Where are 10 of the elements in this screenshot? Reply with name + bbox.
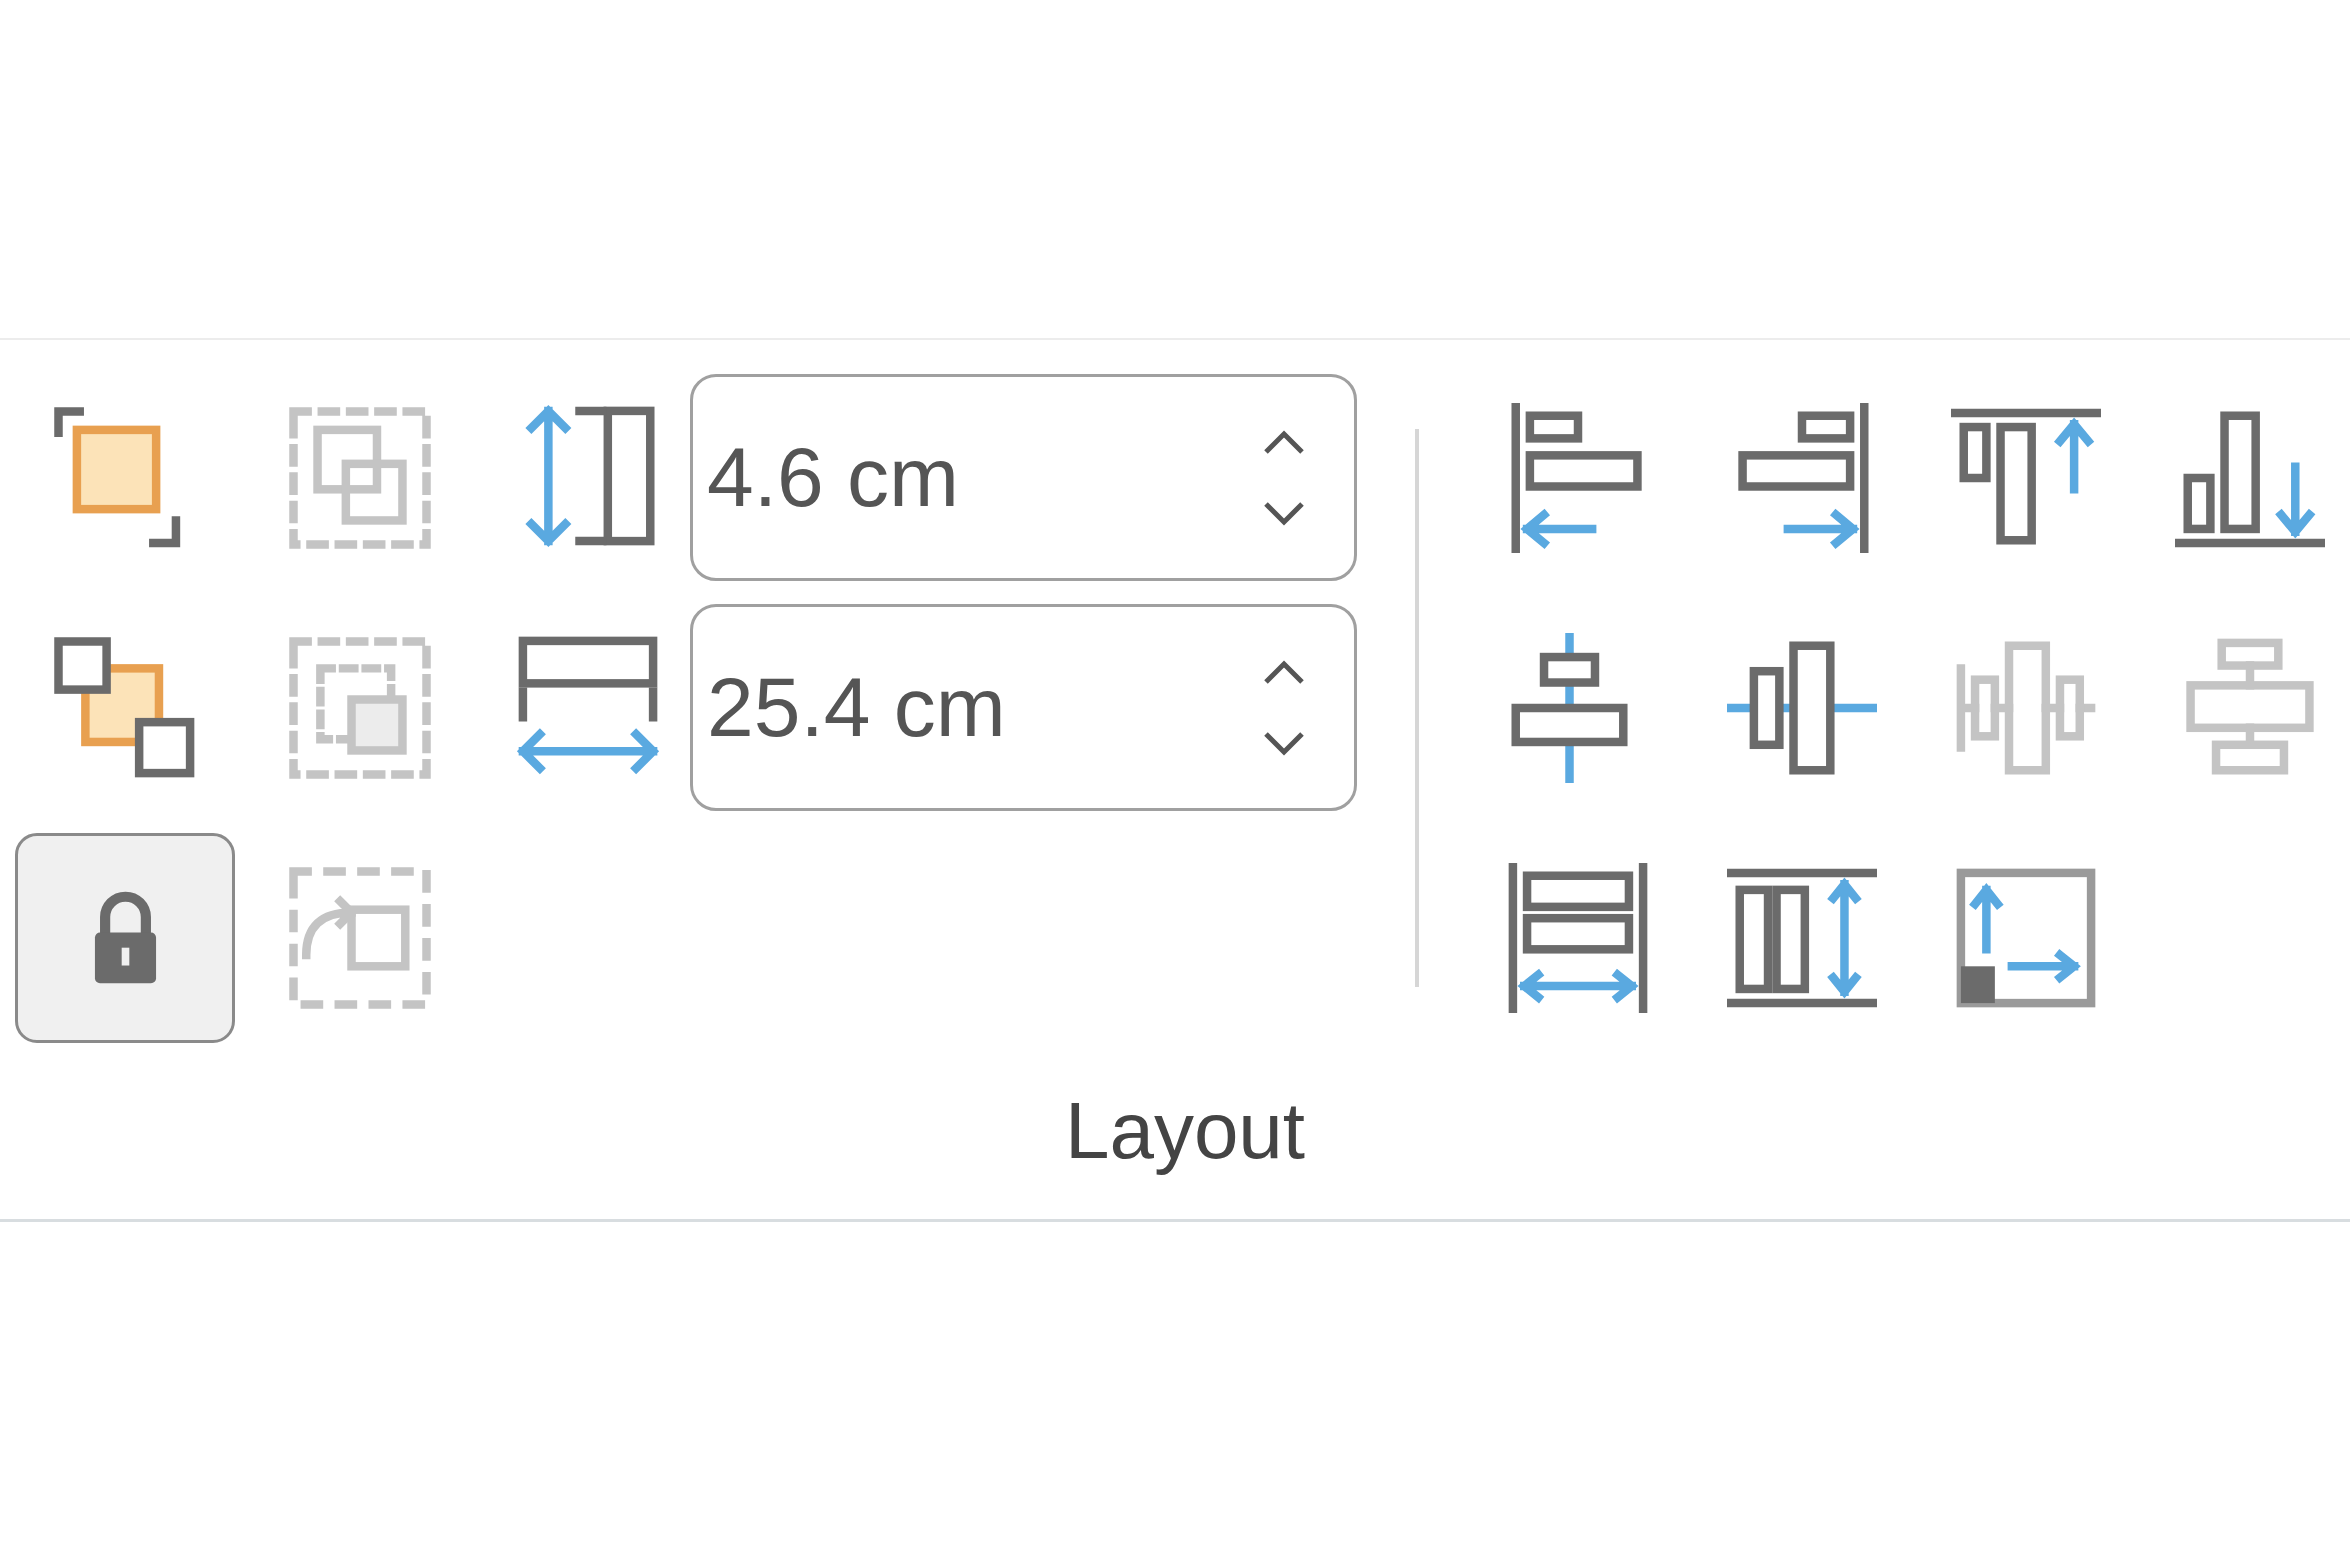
group-label: Layout xyxy=(1064,1085,1306,1177)
chevron-up-icon xyxy=(1262,659,1306,686)
width-value-input[interactable]: 25.4 cm xyxy=(707,659,1254,756)
chevron-down-icon xyxy=(1262,499,1306,526)
spin-box[interactable]: 25.4 cm xyxy=(690,604,1357,811)
chevron-down-icon xyxy=(1262,729,1306,756)
chevron-up-icon xyxy=(1262,429,1306,456)
height-value-input[interactable]: 4.6 cm xyxy=(707,429,1254,526)
spin-box[interactable]: 4.6 cm xyxy=(690,374,1357,581)
lock-button[interactable] xyxy=(15,832,235,1043)
